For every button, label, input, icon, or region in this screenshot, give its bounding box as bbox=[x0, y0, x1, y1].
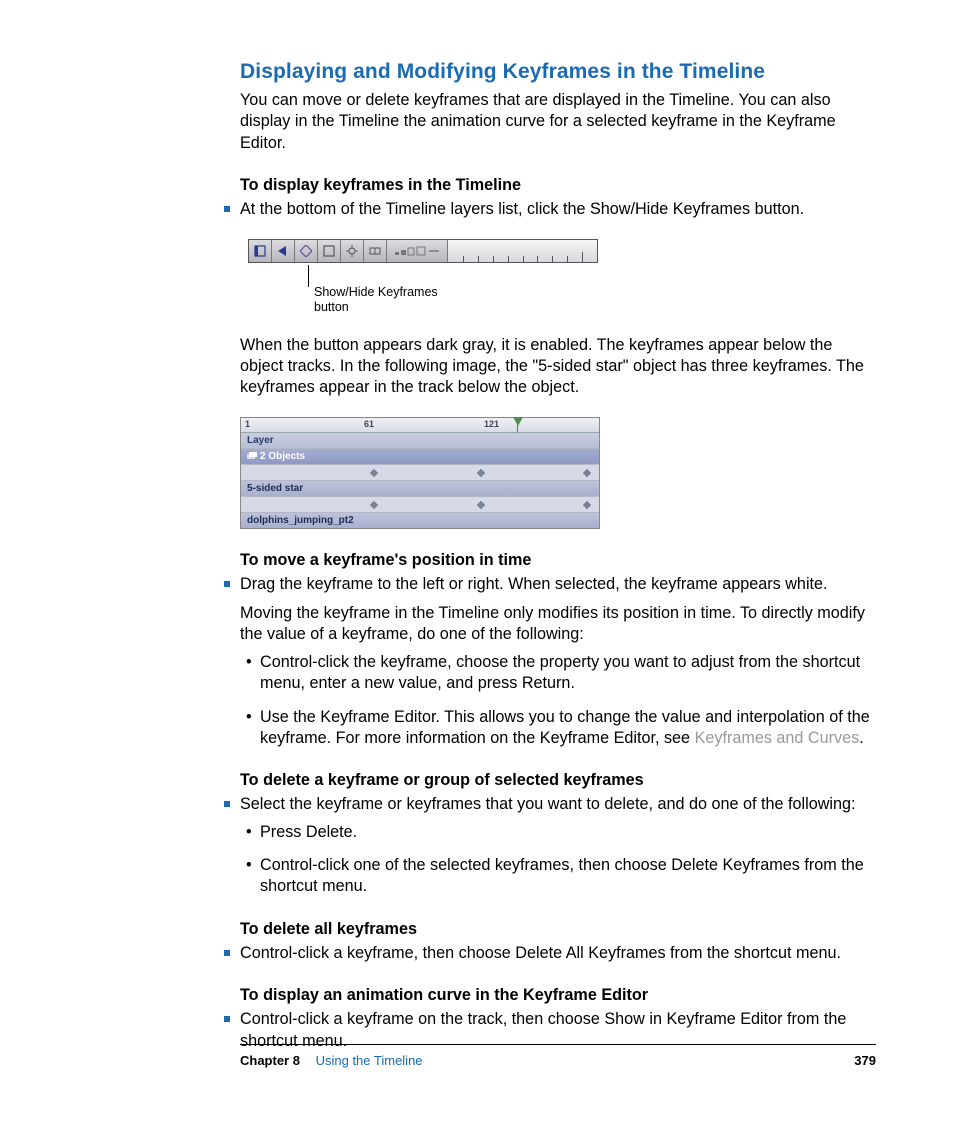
subhead-move-keyframe: To move a keyframe's position in time bbox=[240, 551, 876, 570]
ruler-tick-121: 121 bbox=[484, 419, 499, 429]
zoom-slider[interactable] bbox=[387, 240, 448, 262]
substep-text-b: . bbox=[859, 729, 864, 747]
step-select-delete: Select the keyframe or keyframes that yo… bbox=[240, 794, 876, 898]
keyframe-marker[interactable] bbox=[583, 500, 591, 508]
keyframe-diamond-icon bbox=[300, 245, 312, 257]
play-left-icon bbox=[278, 246, 288, 256]
paragraph-move-note: Moving the keyframe in the Timeline only… bbox=[240, 603, 876, 646]
toolbar-button-1[interactable] bbox=[249, 240, 272, 262]
toolbar-ruler bbox=[448, 240, 597, 262]
subhead-display-keyframes: To display keyframes in the Timeline bbox=[240, 176, 876, 195]
subhead-delete-keyframe: To delete a keyframe or group of selecte… bbox=[240, 771, 876, 790]
stack-icon bbox=[247, 452, 257, 460]
step-delete-all: Control-click a keyframe, then choose De… bbox=[240, 943, 876, 964]
step-drag-keyframe: Drag the keyframe to the left or right. … bbox=[240, 574, 876, 750]
slider-icon bbox=[393, 245, 441, 257]
cross-reference-link[interactable]: Keyframes and Curves bbox=[695, 729, 860, 747]
track-row-dolphins[interactable]: dolphins_jumping_pt2 bbox=[241, 513, 599, 528]
keyframe-marker[interactable] bbox=[477, 468, 485, 476]
figure-timeline-tracks: 1 61 121 Layer 2 Objects 5-sided star do… bbox=[240, 417, 600, 529]
callout-label: Show/Hide Keyframes button bbox=[314, 285, 454, 316]
subhead-delete-all: To delete all keyframes bbox=[240, 920, 876, 939]
toolbar-button-5[interactable] bbox=[341, 240, 364, 262]
step-text: Select the keyframe or keyframes that yo… bbox=[240, 795, 855, 813]
callout-leader-line bbox=[308, 265, 309, 287]
track-row-layer[interactable]: Layer bbox=[241, 433, 599, 449]
substep-keyframe-editor: Use the Keyframe Editor. This allows you… bbox=[260, 707, 876, 750]
track-row-star[interactable]: 5-sided star bbox=[241, 481, 599, 497]
ruler-tick-61: 61 bbox=[364, 419, 374, 429]
substep-press-delete: Press Delete. bbox=[260, 822, 876, 843]
intro-paragraph: You can move or delete keyframes that ar… bbox=[240, 90, 876, 154]
keyframe-track-star[interactable] bbox=[241, 497, 599, 513]
toolbar-button-6[interactable] bbox=[364, 240, 387, 262]
link-icon bbox=[369, 245, 381, 257]
keyframe-marker[interactable] bbox=[370, 468, 378, 476]
step-show-hide-button: At the bottom of the Timeline layers lis… bbox=[240, 199, 876, 220]
timeline-ruler: 1 61 121 bbox=[241, 418, 599, 433]
page-footer: Chapter 8 Using the Timeline 379 bbox=[240, 1044, 876, 1068]
track-row-objects[interactable]: 2 Objects bbox=[241, 449, 599, 465]
square-icon bbox=[323, 245, 335, 257]
ruler-tick-1: 1 bbox=[245, 419, 250, 429]
toolbar-button-2[interactable] bbox=[272, 240, 295, 262]
subhead-show-curve: To display an animation curve in the Key… bbox=[240, 986, 876, 1005]
gear-icon bbox=[346, 245, 358, 257]
keyframe-marker[interactable] bbox=[583, 468, 591, 476]
track-label-objects: 2 Objects bbox=[260, 451, 305, 462]
substep-control-click-delete: Control-click one of the selected keyfra… bbox=[260, 855, 876, 898]
footer-page-number: 379 bbox=[854, 1053, 876, 1068]
paragraph-after-fig1: When the button appears dark gray, it is… bbox=[240, 335, 876, 399]
figure-toolbar: Show/Hide Keyframes button bbox=[248, 239, 598, 263]
section-heading: Displaying and Modifying Keyframes in th… bbox=[240, 60, 876, 84]
substep-control-click-property: Control-click the keyframe, choose the p… bbox=[260, 652, 876, 695]
toolbar-button-4[interactable] bbox=[318, 240, 341, 262]
footer-chapter: Chapter 8 bbox=[240, 1053, 300, 1068]
step-text: Drag the keyframe to the left or right. … bbox=[240, 575, 828, 593]
panel-icon bbox=[254, 245, 266, 257]
keyframe-marker[interactable] bbox=[370, 500, 378, 508]
playhead-icon[interactable] bbox=[513, 417, 523, 426]
keyframe-track-objects[interactable] bbox=[241, 465, 599, 481]
timeline-toolbar bbox=[248, 239, 598, 263]
show-hide-keyframes-button[interactable] bbox=[295, 240, 318, 262]
footer-title: Using the Timeline bbox=[316, 1053, 423, 1068]
keyframe-marker[interactable] bbox=[477, 500, 485, 508]
